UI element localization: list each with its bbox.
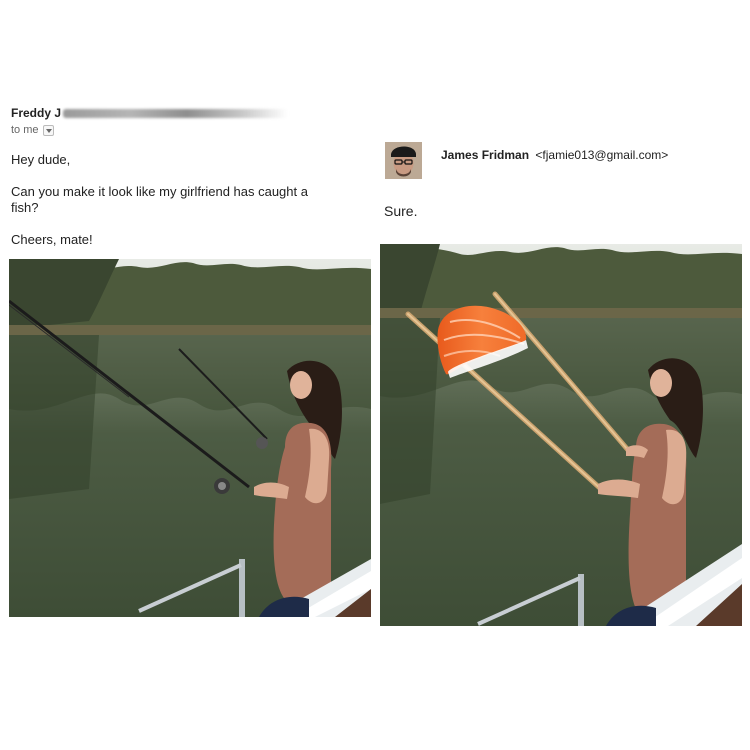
recipient-row[interactable]: to me — [11, 124, 54, 136]
reply-message: Sure. — [384, 203, 418, 219]
sender-row: Freddy J — [11, 104, 289, 122]
avatar[interactable] — [385, 142, 422, 179]
original-photo — [9, 259, 371, 617]
reply-sender: James Fridman <fjamie013@gmail.com> — [441, 148, 668, 162]
right-reply-panel: James Fridman <fjamie013@gmail.com> Sure… — [375, 0, 750, 750]
reply-sender-name: James Fridman — [441, 148, 530, 162]
reply-sender-email[interactable]: <fjamie013@gmail.com> — [535, 148, 668, 162]
chevron-down-icon[interactable] — [42, 124, 54, 136]
to-me-label: to me — [11, 124, 39, 136]
edited-photo — [380, 244, 742, 626]
message-body: Can you make it look like my girlfriend … — [11, 184, 308, 215]
message-signoff: Cheers, mate! — [11, 232, 93, 247]
message-greeting: Hey dude, — [11, 152, 71, 167]
redaction-blur — [63, 108, 289, 118]
left-email-panel: Freddy J to me Hey dude, Can you make it… — [0, 0, 375, 750]
sender-name: Freddy J — [11, 106, 62, 120]
